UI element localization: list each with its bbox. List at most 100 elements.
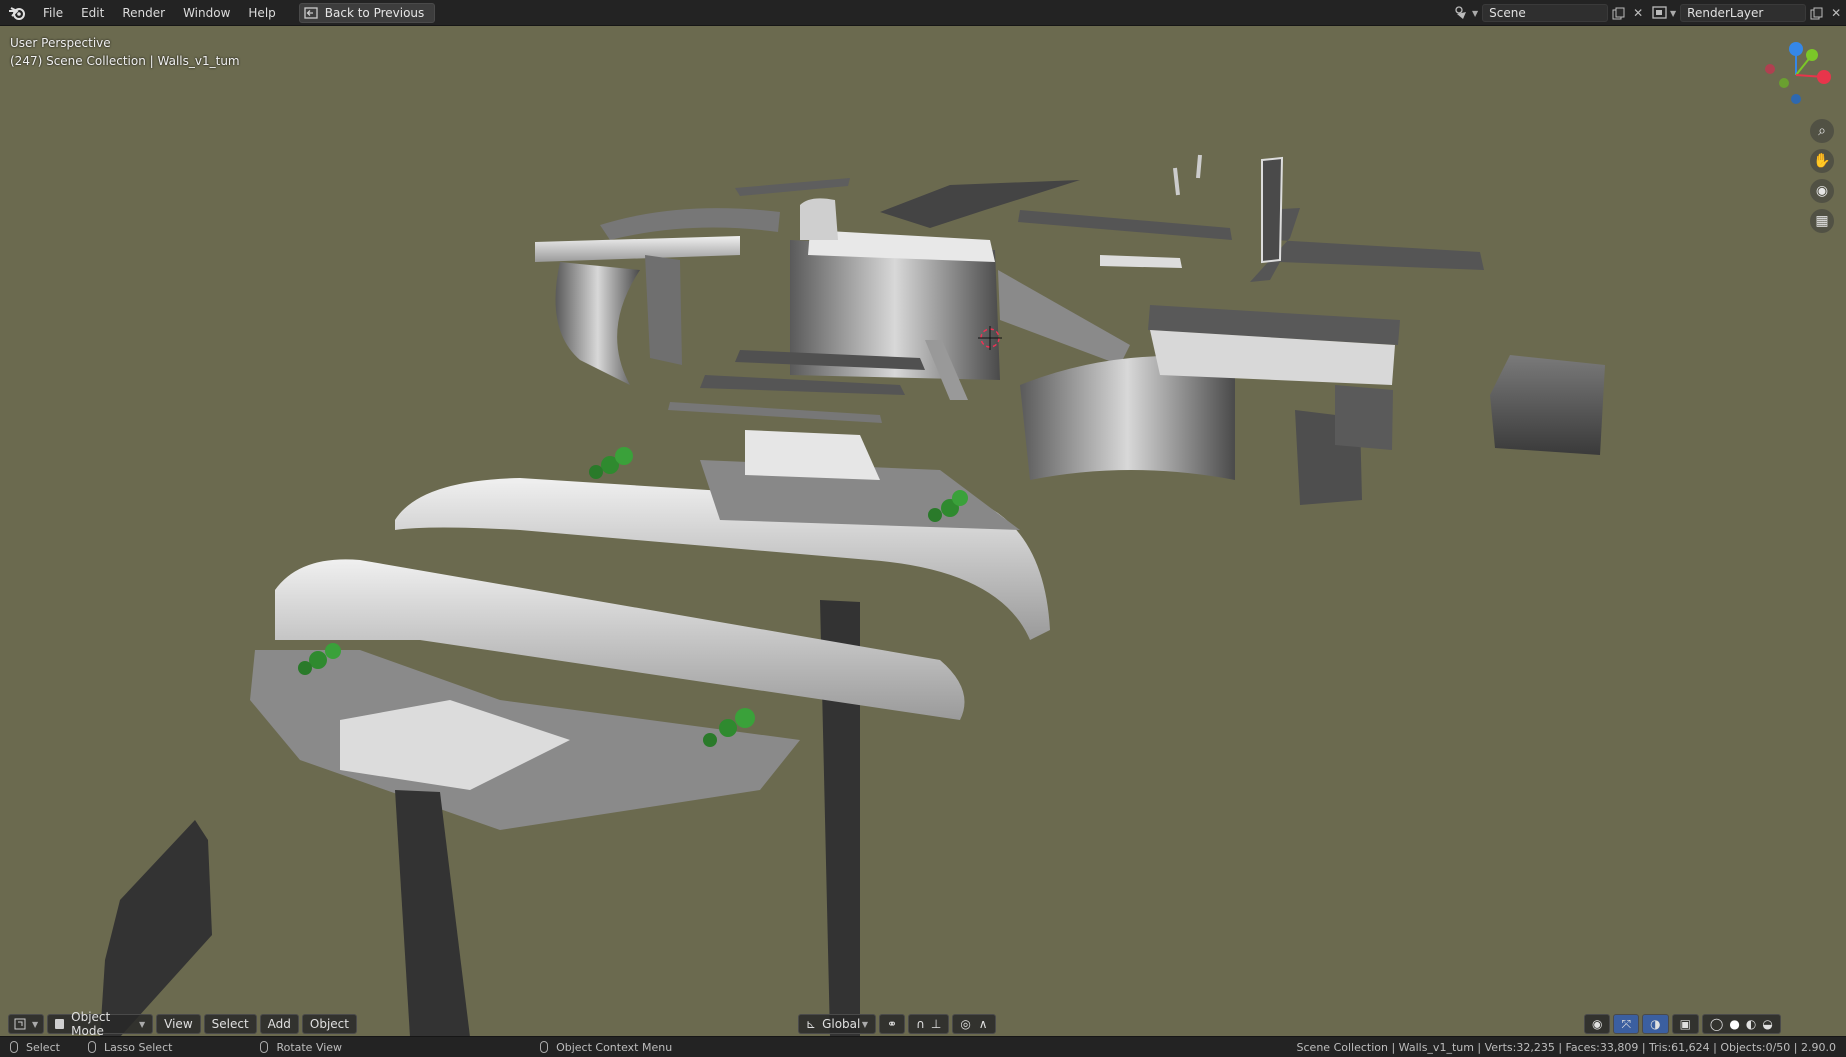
add-menu[interactable]: Add bbox=[259, 1014, 299, 1034]
falloff-icon: ∧ bbox=[978, 1017, 988, 1031]
object-mode-icon bbox=[55, 1019, 65, 1029]
wall-piece bbox=[1261, 156, 1284, 264]
new-scene-icon[interactable] bbox=[1608, 4, 1628, 22]
xray-toggle-button[interactable]: ▣ bbox=[1671, 1014, 1699, 1034]
neg-x-axis-icon[interactable] bbox=[1765, 64, 1775, 74]
blender-logo-icon[interactable] bbox=[0, 0, 34, 26]
transform-orientation-dropdown[interactable]: ⊾ Global ▼ bbox=[798, 1014, 876, 1034]
pivot-icon: ⚭ bbox=[887, 1017, 898, 1031]
xray-icon: ▣ bbox=[1679, 1017, 1691, 1031]
back-screen-icon bbox=[304, 6, 318, 19]
proportional-edit-button[interactable]: ◎ ∧ bbox=[952, 1014, 996, 1034]
status-lasso: Lasso Select bbox=[87, 1040, 173, 1054]
menu-file[interactable]: File bbox=[34, 0, 72, 26]
overlay-icon: ◑ bbox=[1650, 1017, 1661, 1031]
collection-label: (247) Scene Collection | Walls_v1_tum bbox=[10, 54, 240, 68]
pan-hand-icon[interactable]: ✋ bbox=[1810, 149, 1834, 173]
render-layer-icon bbox=[1650, 4, 1670, 22]
solid-shading-icon[interactable]: ● bbox=[1729, 1017, 1739, 1031]
overlay-toggle-button[interactable]: ◑ bbox=[1642, 1014, 1669, 1034]
visibility-button[interactable]: ◉ bbox=[1584, 1014, 1611, 1034]
object-mode-dropdown[interactable]: Object Mode ▼ bbox=[47, 1010, 154, 1038]
status-context: Object Context Menu bbox=[540, 1041, 672, 1054]
z-axis-icon[interactable] bbox=[1789, 42, 1803, 56]
block bbox=[1335, 385, 1393, 450]
pivot-point-button[interactable]: ⚭ bbox=[879, 1014, 906, 1034]
editor-type-button[interactable]: ▼ bbox=[8, 1014, 45, 1034]
curved-wall bbox=[555, 262, 640, 385]
grid-view-icon[interactable]: ▦ bbox=[1810, 209, 1834, 233]
status-rotate: Rotate View bbox=[260, 1041, 342, 1054]
neg-z-axis-icon[interactable] bbox=[1791, 94, 1801, 104]
gizmo-toggle-button[interactable]: ⤧ bbox=[1613, 1014, 1640, 1034]
viewport-info: User Perspective (247) Scene Collection … bbox=[10, 34, 240, 70]
select-menu[interactable]: Select bbox=[203, 1014, 257, 1034]
menu-help[interactable]: Help bbox=[239, 0, 284, 26]
wall-piece bbox=[1173, 154, 1202, 196]
scene-name-field[interactable]: Scene bbox=[1482, 4, 1609, 22]
zoom-icon[interactable]: ⌕ bbox=[1810, 119, 1834, 143]
support-pillar bbox=[395, 790, 470, 1037]
orientation-icon: ⊾ bbox=[806, 1017, 817, 1031]
render-layer-name-field[interactable]: RenderLayer bbox=[1680, 4, 1807, 22]
chevron-down-icon: ▼ bbox=[1472, 8, 1479, 18]
chevron-down-icon: ▼ bbox=[1670, 8, 1677, 18]
object-menu[interactable]: Object bbox=[301, 1014, 357, 1034]
status-select-label: Select bbox=[26, 1040, 60, 1054]
close-scene-icon[interactable]: ✕ bbox=[1628, 4, 1648, 22]
scene-name: Scene bbox=[1489, 6, 1526, 20]
mouse-middle-icon bbox=[260, 1041, 269, 1053]
status-select: Select bbox=[10, 1041, 60, 1054]
wireframe-shading-icon[interactable]: ◯ bbox=[1710, 1017, 1723, 1031]
y-axis-icon[interactable] bbox=[1806, 49, 1818, 61]
chevron-down-icon: ▼ bbox=[32, 1019, 39, 1029]
menu-edit[interactable]: Edit bbox=[72, 0, 113, 26]
curved-wall bbox=[535, 236, 740, 262]
snap-button[interactable]: ∩ ⊥ bbox=[908, 1014, 950, 1034]
scene-stats: Scene Collection | Walls_v1_tum | Verts:… bbox=[1296, 1040, 1836, 1054]
proportional-edit-icon: ◎ bbox=[960, 1017, 971, 1031]
close-layer-icon[interactable]: ✕ bbox=[1826, 4, 1846, 22]
view-menu[interactable]: View bbox=[156, 1014, 201, 1034]
snap-increment-icon: ⊥ bbox=[930, 1017, 942, 1031]
block bbox=[1490, 355, 1605, 455]
3d-viewport[interactable]: ⌕ ✋ ◉ ▦ bbox=[0, 27, 1846, 1037]
central-module bbox=[998, 270, 1130, 365]
menu-window[interactable]: Window bbox=[174, 0, 239, 26]
status-lasso-label: Lasso Select bbox=[103, 1040, 173, 1054]
wall-piece bbox=[1100, 255, 1182, 268]
shading-buttons[interactable]: ◯ ● ◐ ◒ bbox=[1701, 1014, 1781, 1034]
material-shading-icon[interactable]: ◐ bbox=[1746, 1017, 1756, 1031]
wall-piece bbox=[600, 208, 780, 240]
wall-piece bbox=[1018, 210, 1232, 240]
status-context-label: Object Context Menu bbox=[556, 1040, 673, 1054]
render-layer-name: RenderLayer bbox=[1687, 6, 1764, 20]
mouse-right-icon bbox=[540, 1041, 549, 1053]
new-layer-icon[interactable] bbox=[1806, 4, 1826, 22]
curved-wall bbox=[645, 255, 682, 365]
x-axis-icon[interactable] bbox=[1817, 70, 1831, 84]
chair-frame bbox=[100, 820, 212, 1037]
object-mode-label: Object Mode bbox=[71, 1010, 111, 1038]
chevron-down-icon: ▼ bbox=[139, 1019, 146, 1029]
wall-piece bbox=[735, 178, 850, 196]
rendered-shading-icon[interactable]: ◒ bbox=[1762, 1017, 1772, 1031]
floor-slab bbox=[668, 402, 882, 423]
render-layer-selector[interactable]: ▼ RenderLayer ✕ bbox=[1650, 3, 1846, 23]
camera-icon[interactable]: ◉ bbox=[1810, 179, 1834, 203]
orientation-label: Global bbox=[822, 1017, 861, 1031]
wall-piece bbox=[1250, 208, 1484, 282]
neg-y-axis-icon[interactable] bbox=[1779, 78, 1789, 88]
central-module bbox=[800, 198, 838, 240]
status-rotate-label: Rotate View bbox=[276, 1040, 343, 1054]
viewport-header: ▼ Object Mode ▼ View Select Add Object ⊾… bbox=[0, 1010, 1846, 1038]
perspective-label: User Perspective bbox=[10, 36, 111, 50]
status-bar: Select Lasso Select Rotate View Object C… bbox=[0, 1036, 1846, 1057]
back-to-previous-button[interactable]: Back to Previous bbox=[298, 2, 436, 23]
scene-selector[interactable]: ▼ Scene ✕ bbox=[1452, 3, 1648, 23]
menu-render[interactable]: Render bbox=[113, 0, 174, 26]
magnet-icon: ∩ bbox=[916, 1017, 925, 1031]
floor-slab bbox=[700, 375, 905, 395]
viewport-scene-render bbox=[100, 154, 1605, 1037]
navigation-gizmo[interactable] bbox=[1756, 35, 1836, 115]
